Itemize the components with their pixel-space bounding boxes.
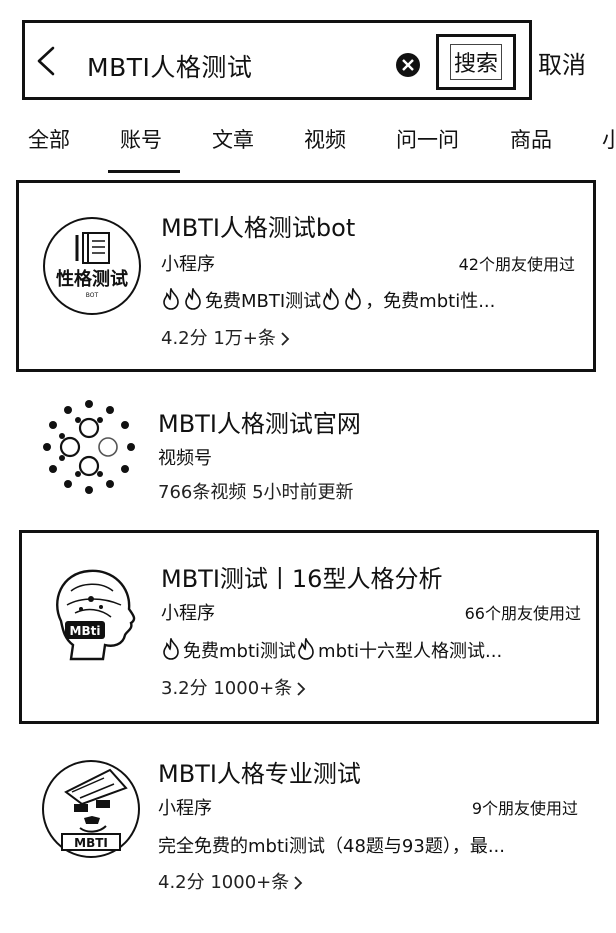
result-title: MBTI测试丨16型人格分析: [161, 565, 443, 593]
tab-products[interactable]: 商品: [510, 124, 552, 154]
fire-icon: [185, 288, 201, 310]
fire-icon: [345, 288, 361, 310]
result-title: MBTI人格测试官网: [158, 410, 361, 438]
tab-accounts[interactable]: 账号: [120, 124, 162, 154]
search-bar: MBTI人格测试 搜索: [22, 20, 532, 100]
cartoon-face-icon: MBTI: [42, 760, 140, 858]
head-profile-icon: MBti: [56, 569, 136, 661]
tab-more[interactable]: 小: [602, 124, 616, 154]
chevron-right-icon: [294, 876, 303, 890]
result-title: MBTI人格专业测试: [158, 760, 361, 788]
tab-all[interactable]: 全部: [28, 124, 70, 154]
chevron-right-icon: [281, 332, 290, 346]
result-description: 免费mbti测试 mbti十六型人格测试...: [161, 637, 581, 663]
result-title: MBTI人格测试bot: [161, 214, 356, 242]
friends-used-count: 42个朋友使用过: [458, 255, 575, 274]
fire-icon: [163, 288, 179, 310]
fire-icon: [323, 288, 339, 310]
result-description: 完全免费的mbti测试（48题与93题），最...: [158, 836, 505, 857]
fire-icon: [298, 638, 314, 660]
book-icon: 性格测试 BOT: [43, 217, 141, 315]
rating-count: 4.2分 1000+条: [158, 872, 290, 893]
description-text: 免费MBTI测试: [205, 291, 322, 312]
fire-icon: [163, 638, 179, 660]
logo-text: 性格测试: [56, 268, 128, 290]
category-tabs: 全部 账号 文章 视频 问一问 商品 小: [0, 120, 616, 176]
rating-count: 3.2分 1000+条: [161, 678, 293, 699]
rating-count: 4.2分 1万+条: [161, 328, 276, 349]
result-item[interactable]: MBTI人格测试官网 视频号 766条视频 5小时前更新: [16, 384, 596, 514]
description-text: ，免费mbti性...: [365, 291, 496, 312]
tab-articles[interactable]: 文章: [212, 124, 254, 154]
result-meta: 4.2分 1000+条: [158, 868, 303, 894]
tab-videos[interactable]: 视频: [304, 124, 346, 154]
result-meta: 3.2分 1000+条: [161, 674, 306, 700]
search-button-label: 搜索: [449, 44, 502, 80]
active-tab-indicator: [108, 170, 180, 173]
friends-used-count: 9个朋友使用过: [471, 799, 578, 818]
description-text: 免费mbti测试: [183, 641, 297, 662]
chevron-right-icon: [297, 682, 306, 696]
result-type: 小程序: [161, 603, 215, 624]
friends-used-count: 66个朋友使用过: [464, 604, 581, 623]
description-text: mbti十六型人格测试...: [318, 641, 503, 662]
back-chevron-icon[interactable]: [33, 45, 59, 77]
result-type: 小程序: [158, 798, 212, 819]
result-meta: 766条视频 5小时前更新: [158, 482, 354, 503]
search-button[interactable]: 搜索: [436, 34, 516, 90]
dots-circle-icon: [43, 400, 135, 494]
result-meta: 4.2分 1万+条: [161, 324, 290, 350]
result-type: 视频号: [158, 448, 212, 469]
result-item[interactable]: MBTI MBTI人格专业测试 小程序 9个朋友使用过 完全免费的mbti测试（…: [16, 740, 596, 910]
result-type: 小程序: [161, 254, 215, 275]
result-item[interactable]: 性格测试 BOT MBTI人格测试bot 小程序 42个朋友使用过 免费MBTI…: [16, 180, 596, 372]
search-input[interactable]: MBTI人格测试: [87, 48, 252, 84]
tab-ask[interactable]: 问一问: [396, 124, 459, 154]
logo-subtext: BOT: [86, 292, 99, 299]
logo-text: MBti: [70, 624, 101, 638]
cancel-button[interactable]: 取消: [538, 45, 586, 80]
clear-icon[interactable]: [395, 52, 421, 78]
result-description: 免费MBTI测试 ，免费mbti性...: [161, 287, 581, 313]
logo-text: MBTI: [74, 836, 108, 850]
result-item[interactable]: MBti MBTI测试丨16型人格分析 小程序 66个朋友使用过 免费mbti测…: [19, 530, 599, 724]
